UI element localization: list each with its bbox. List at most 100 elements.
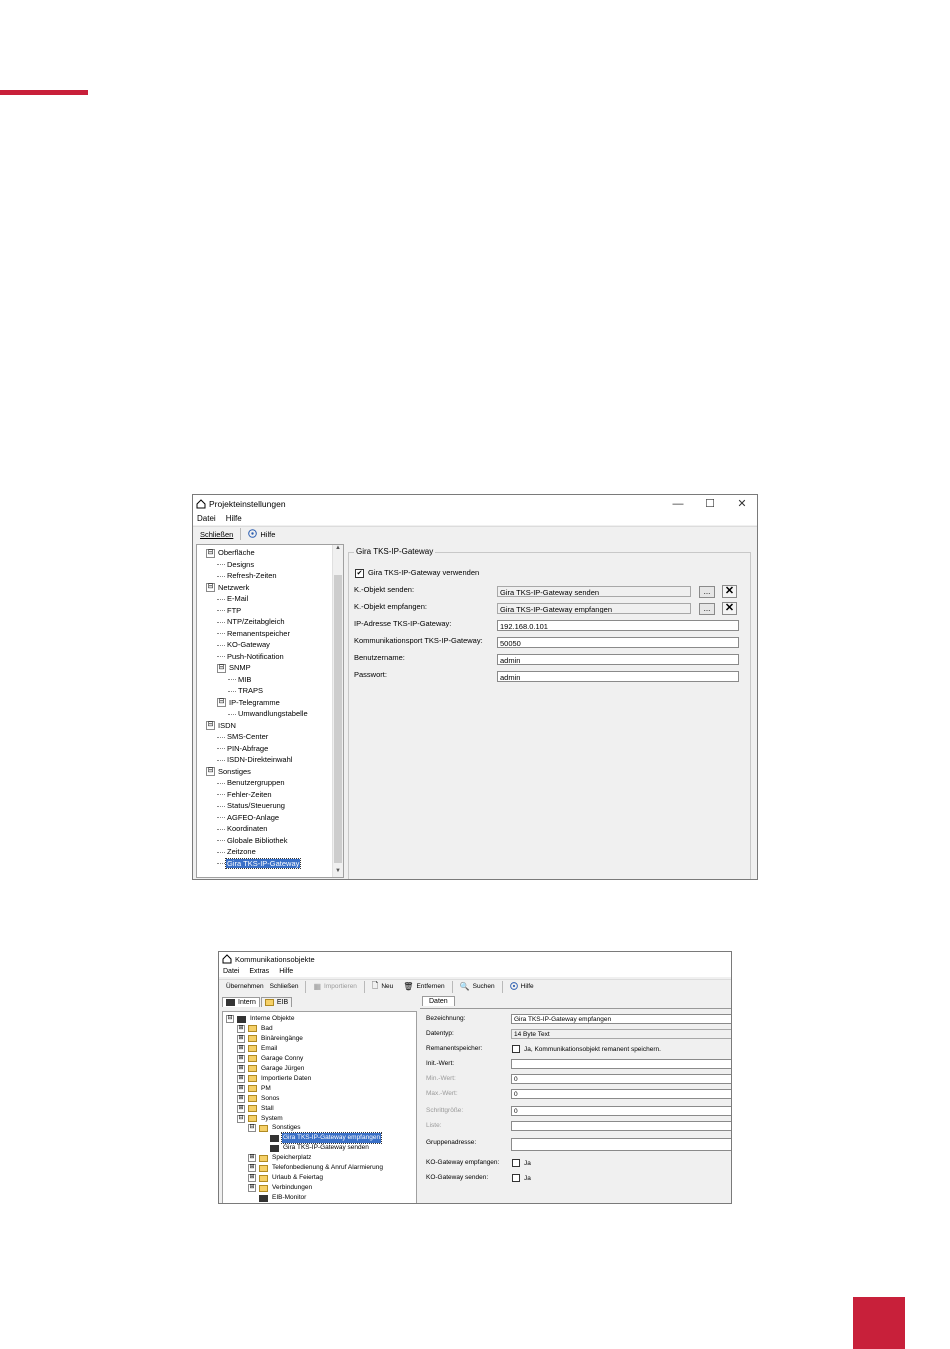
close-button[interactable]: Schließen <box>197 530 236 539</box>
datentyp-field[interactable]: 14 Byte Text <box>511 1029 731 1039</box>
tree-scrollbar[interactable]: ▲ ▼ <box>332 545 343 877</box>
tree-item[interactable]: Status/Steuerung <box>217 800 286 811</box>
tree-item[interactable]: MIB <box>228 674 252 685</box>
expand-icon[interactable]: ⊞ <box>237 1104 245 1113</box>
collapse-icon[interactable]: ⊟ <box>217 698 226 708</box>
list-input[interactable] <box>511 1121 731 1131</box>
checkbox-checked-icon[interactable]: ✔ <box>355 568 364 578</box>
expand-icon[interactable]: ⊞ <box>248 1184 256 1193</box>
tree-item[interactable]: ⊟ Interne Objekte <box>226 1014 295 1024</box>
collapse-icon[interactable]: ⊟ <box>237 1114 245 1123</box>
tree-item[interactable]: FTP <box>217 605 242 616</box>
use-gateway-checkbox[interactable]: ✔ Gira TKS-IP-Gateway verwenden <box>355 568 479 578</box>
tree-item[interactable]: PIN-Abfrage <box>217 743 269 754</box>
tree-item[interactable]: ⊞ PM <box>237 1084 272 1094</box>
step-input[interactable]: 0 <box>511 1106 731 1116</box>
tree-item[interactable]: ⊟ System <box>237 1114 284 1124</box>
close-button[interactable]: Schließen <box>267 983 302 990</box>
new-button[interactable]: 🗋 Neu <box>369 980 396 994</box>
tree-item[interactable]: Refresh-Zeiten <box>217 570 278 581</box>
tree-item[interactable]: ⊞ Bad <box>237 1024 274 1034</box>
tree-item[interactable]: ⊟ Oberfläche <box>206 547 256 558</box>
remanent-checkbox[interactable]: Ja, Kommunikationsobjekt remanent speich… <box>512 1045 661 1053</box>
collapse-icon[interactable]: ⊟ <box>206 583 215 593</box>
tree-item[interactable]: Designs <box>217 559 255 570</box>
help-button[interactable]: Hilfe <box>507 981 537 992</box>
tree-item[interactable]: KO-Gateway <box>217 639 271 650</box>
remove-button[interactable]: 🗑 Entfernen <box>400 982 447 991</box>
collapse-icon[interactable]: ⊟ <box>206 548 215 558</box>
maximize-button[interactable]: ☐ <box>701 495 719 512</box>
expand-icon[interactable]: ⊞ <box>237 1084 245 1093</box>
collapse-icon[interactable]: ⊟ <box>206 767 215 777</box>
collapse-icon[interactable]: ⊟ <box>206 721 215 731</box>
init-input[interactable] <box>511 1059 731 1069</box>
expand-icon[interactable]: ⊞ <box>248 1154 256 1163</box>
objects-tree[interactable]: ⊟ Interne Objekte ⊞ Bad ⊞ Binäreingänge ⊞ Email… <box>222 1011 417 1203</box>
tree-item[interactable]: ⊞ Speicherplatz <box>248 1153 312 1163</box>
tree-item[interactable]: ⊞ Binäreingänge <box>237 1034 304 1044</box>
collapse-icon[interactable]: ⊟ <box>248 1124 256 1133</box>
scroll-up-icon[interactable]: ▲ <box>333 545 343 554</box>
tree-item[interactable]: ⊞ Sonos <box>237 1094 280 1104</box>
scroll-down-icon[interactable]: ▼ <box>333 868 343 877</box>
min-input[interactable]: 0 <box>511 1074 731 1084</box>
port-input[interactable]: 50050 <box>497 637 739 648</box>
tree-item[interactable]: ⊞ Importierte Daten <box>237 1074 312 1084</box>
expand-icon[interactable]: ⊞ <box>248 1174 256 1183</box>
expand-icon[interactable]: ⊞ <box>237 1054 245 1063</box>
expand-icon[interactable]: ⊞ <box>237 1024 245 1033</box>
checkbox-icon[interactable] <box>512 1159 520 1167</box>
expand-icon[interactable]: ⊞ <box>237 1044 245 1053</box>
tree-item[interactable]: ⊟ Sonstiges <box>248 1123 302 1133</box>
expand-icon[interactable]: ⊞ <box>237 1094 245 1103</box>
tree-item[interactable]: SMS-Center <box>217 731 269 742</box>
tree-item[interactable]: Gira TKS-IP-Gateway empfangen <box>259 1132 383 1145</box>
receive-clear-button[interactable]: ✕ <box>722 602 737 615</box>
tree-item[interactable]: Benutzergruppen <box>217 777 286 788</box>
tree-item[interactable]: Fehler-Zeiten <box>217 789 273 800</box>
ip-address-input[interactable]: 192.168.0.101 <box>497 620 739 631</box>
import-button[interactable]: ▦ Importieren <box>310 982 359 991</box>
minimize-button[interactable]: — <box>669 495 687 512</box>
checkbox-icon[interactable] <box>512 1045 520 1053</box>
collapse-icon[interactable]: ⊟ <box>217 663 226 673</box>
menu-hilfe[interactable]: Hilfe <box>279 968 293 975</box>
tree-item[interactable]: EIB-Monitor <box>248 1193 307 1203</box>
tree-item[interactable]: ⊞ Urlaub & Feiertag <box>248 1173 324 1183</box>
tree-item[interactable]: ⊟ ISDN <box>206 720 237 731</box>
menu-datei[interactable]: Datei <box>223 968 239 975</box>
tree-item[interactable]: Umwandlungstabelle <box>228 708 309 719</box>
max-input[interactable]: 0 <box>511 1089 731 1099</box>
group-address-input[interactable] <box>511 1138 731 1151</box>
tree-item[interactable]: ⊟ SNMP <box>217 662 252 673</box>
tree-item[interactable]: Gira TKS-IP-Gateway senden <box>259 1143 370 1153</box>
ko-send-checkbox[interactable]: Ja <box>512 1174 531 1182</box>
bezeichnung-input[interactable]: Gira TKS-IP-Gateway empfangen <box>511 1014 731 1024</box>
receive-browse-button[interactable]: ... <box>699 603 715 615</box>
menu-datei[interactable]: Datei <box>197 514 216 523</box>
close-window-button[interactable]: ✕ <box>733 495 751 512</box>
tab-daten[interactable]: Daten <box>422 996 455 1006</box>
tab-eib[interactable]: EIB <box>260 997 293 1007</box>
tree-item[interactable]: ⊞ Email <box>237 1044 278 1054</box>
receive-object-field[interactable]: Gira TKS-IP-Gateway empfangen <box>497 603 691 614</box>
apply-button[interactable]: Übernehmen <box>223 983 267 990</box>
tree-item[interactable]: Zeitzone <box>217 846 257 857</box>
send-clear-button[interactable]: ✕ <box>722 585 737 598</box>
send-browse-button[interactable]: ... <box>699 586 715 598</box>
send-object-field[interactable]: Gira TKS-IP-Gateway senden <box>497 586 691 597</box>
scroll-thumb[interactable] <box>334 575 342 863</box>
help-button[interactable]: Hilfe <box>245 528 278 540</box>
tree-item[interactable]: ISDN-Direkteinwahl <box>217 754 293 765</box>
tree-item[interactable]: ⊟ Netzwerk <box>206 582 250 593</box>
tree-item[interactable]: ⊟ IP-Telegramme <box>217 697 281 708</box>
tree-item[interactable]: ⊞ Garage Jürgen <box>237 1064 305 1074</box>
username-input[interactable]: admin <box>497 654 739 665</box>
tree-item[interactable]: Koordinaten <box>217 823 268 834</box>
expand-icon[interactable]: ⊞ <box>248 1164 256 1173</box>
tree-item[interactable]: ⊞ Verbindungen <box>248 1183 313 1193</box>
tree-item[interactable]: Remanentspeicher <box>217 628 291 639</box>
tree-item[interactable]: ⊞ Stall <box>237 1104 275 1114</box>
ko-receive-checkbox[interactable]: Ja <box>512 1159 531 1167</box>
